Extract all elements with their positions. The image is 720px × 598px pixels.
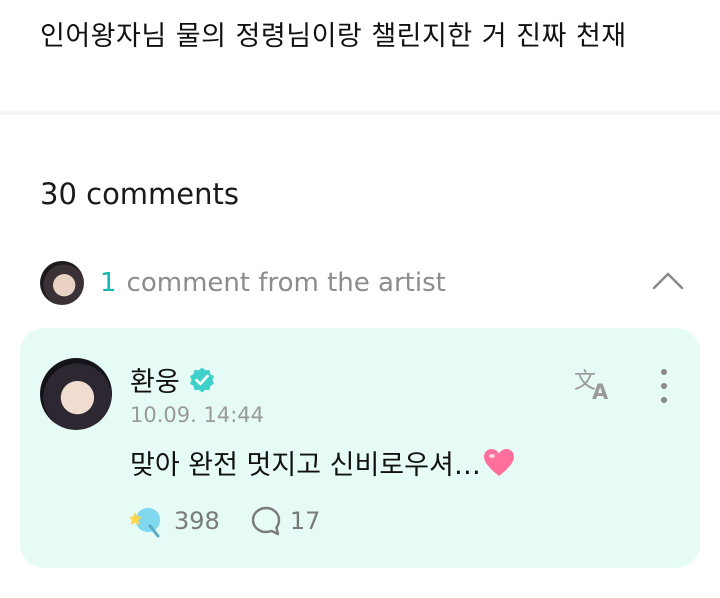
artist-comment-card: 환웅 10.09. 14:44 文 A 맞아 완전 멋지고 신비로우셔… 398… (20, 328, 700, 568)
artist-avatar (40, 261, 84, 305)
comment-text: 맞아 완전 멋지고 신비로우셔… (130, 450, 481, 481)
post-title: 인어왕자님 물의 정령님이랑 챌린지한 거 진짜 천재 (40, 21, 627, 52)
artist-comments-toggle[interactable]: 1 comment from the artist (40, 260, 690, 306)
chevron-up-icon[interactable] (652, 268, 684, 292)
section-divider (0, 111, 720, 115)
svg-text:A: A (592, 380, 609, 402)
avatar[interactable] (40, 358, 112, 430)
reply-count: 17 (289, 507, 321, 535)
author-name[interactable]: 환웅 (130, 360, 180, 399)
reply-icon[interactable] (250, 505, 282, 537)
comments-count: 30 comments (40, 177, 240, 211)
heart-icon (483, 449, 514, 476)
like-count: 398 (174, 507, 220, 535)
artist-comment-label: comment from the artist (126, 268, 446, 298)
comment-body: 맞아 완전 멋지고 신비로우셔… (130, 443, 515, 482)
artist-comment-count: 1 (100, 268, 117, 298)
more-options-icon[interactable] (652, 366, 676, 406)
like-icon[interactable] (128, 504, 164, 538)
comment-actions: 398 17 (128, 504, 320, 538)
translate-icon[interactable]: 文 A (573, 366, 615, 402)
verified-badge-icon (189, 367, 214, 392)
author-row: 환웅 (130, 360, 216, 399)
comment-timestamp: 10.09. 14:44 (130, 403, 264, 427)
